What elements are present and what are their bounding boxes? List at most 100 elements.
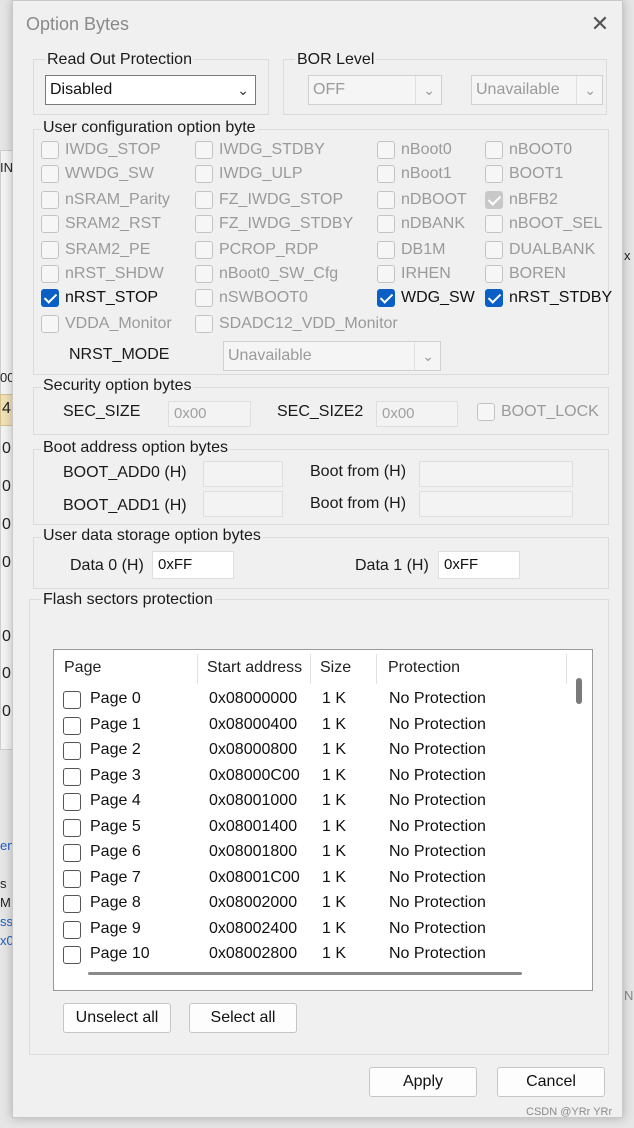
option-checkbox-fz-iwdg-stop[interactable]: FZ_IWDG_STOP [195, 191, 343, 209]
option-checkbox-vdda-monitor[interactable]: VDDA_Monitor [41, 315, 172, 333]
cell-address: 0x08001000 [209, 792, 298, 809]
checkbox-box [377, 141, 395, 159]
option-checkbox-nboot1[interactable]: nBoot1 [377, 165, 452, 183]
option-checkbox-sram2-pe[interactable]: SRAM2_PE [41, 241, 150, 259]
page-checkbox[interactable] [63, 818, 81, 837]
sec-size-field[interactable]: 0x00 [168, 401, 251, 427]
boot-add1-field[interactable] [203, 491, 283, 517]
cell-address: 0x08002800 [209, 945, 298, 962]
boot-from-field-0[interactable] [419, 461, 573, 487]
table-row[interactable]: Page 0 0x08000000 1 K No Protection [54, 688, 574, 713]
cell-size: 1 K [322, 715, 347, 733]
security-label: Security option bytes [41, 377, 194, 395]
option-checkbox-iwdg-stdby[interactable]: IWDG_STDBY [195, 141, 325, 159]
option-checkbox-boren[interactable]: BOREN [485, 265, 566, 283]
checkbox-box [41, 315, 59, 333]
option-checkbox-ndboot[interactable]: nDBOOT [377, 191, 467, 209]
option-checkbox-iwdg-stop[interactable]: IWDG_STOP [41, 141, 161, 159]
cancel-button[interactable]: Cancel [497, 1067, 605, 1097]
page-checkbox[interactable] [63, 716, 81, 735]
dialog-title: Option Bytes [26, 14, 130, 34]
option-checkbox-nboot0[interactable]: nBoot0 [377, 141, 452, 159]
table-row[interactable]: Page 2 0x08000800 1 K No Protection [54, 739, 574, 764]
boot-add0-field[interactable] [203, 461, 283, 487]
vertical-scrollbar-thumb[interactable] [576, 678, 582, 704]
column-separator [376, 654, 377, 684]
table-row[interactable]: Page 7 0x08001C00 1 K No Protection [54, 867, 574, 892]
option-checkbox-dualbank[interactable]: DUALBANK [485, 241, 595, 259]
checkbox-box [485, 141, 503, 159]
option-checkbox-ndbank[interactable]: nDBANK [377, 215, 465, 233]
unselect-all-button[interactable]: Unselect all [63, 1003, 171, 1033]
page-checkbox[interactable] [63, 844, 81, 862]
option-checkbox-label: SRAM2_PE [65, 241, 151, 258]
table-row[interactable]: Page 8 0x08002000 1 K No Protection [54, 892, 574, 917]
boot-lock-checkbox[interactable]: BOOT_LOCK [477, 403, 599, 421]
option-checkbox-nboot0-sw-cfg[interactable]: nBoot0_SW_Cfg [195, 265, 338, 283]
option-checkbox-sdadc12-vdd-monitor[interactable]: SDADC12_VDD_Monitor [195, 315, 398, 333]
bor-level-label: BOR Level [295, 51, 377, 69]
checkbox-box [377, 265, 395, 283]
option-checkbox-nboot-sel[interactable]: nBOOT_SEL [485, 215, 602, 233]
column-header-start-address[interactable]: Start address [207, 659, 302, 677]
cell-protection: No Protection [389, 792, 486, 809]
data1-field[interactable]: 0xFF [438, 551, 520, 579]
close-icon[interactable]: ✕ [587, 11, 613, 37]
horizontal-scrollbar-thumb[interactable] [88, 972, 522, 975]
page-checkbox[interactable] [63, 767, 81, 786]
column-header-page[interactable]: Page [64, 659, 101, 677]
page-checkbox[interactable] [63, 793, 81, 811]
page-checkbox[interactable] [63, 869, 81, 888]
option-checkbox-nsram-parity[interactable]: nSRAM_Parity [41, 191, 170, 209]
apply-button[interactable]: Apply [369, 1067, 477, 1097]
table-row[interactable]: Page 6 0x08001800 1 K No Protection [54, 841, 574, 866]
background-edge-text: 0 [2, 478, 11, 495]
option-checkbox-iwdg-ulp[interactable]: IWDG_ULP [195, 165, 303, 183]
table-row[interactable]: Page 1 0x08000400 1 K No Protection [54, 714, 574, 739]
option-checkbox-wdg-sw[interactable]: WDG_SW [377, 289, 475, 307]
cell-protection: No Protection [389, 690, 486, 707]
option-checkbox-db1m[interactable]: DB1M [377, 241, 445, 259]
cell-size: 1 K [322, 766, 347, 784]
column-header-size[interactable]: Size [320, 659, 351, 677]
read-out-protection-select[interactable]: Disabled ⌄ [45, 75, 256, 105]
option-checkbox-nswboot0[interactable]: nSWBOOT0 [195, 289, 308, 307]
page-checkbox[interactable] [63, 920, 81, 939]
option-checkbox-label: IWDG_STDBY [219, 141, 325, 158]
page-checkbox[interactable] [63, 946, 81, 964]
table-row[interactable]: Page 4 0x08001000 1 K No Protection [54, 790, 574, 815]
flash-sectors-table: Page Start address Size Protection Page … [53, 649, 593, 991]
bor-level-secondary-value: Unavailable [476, 81, 560, 98]
option-checkbox-nboot0[interactable]: nBOOT0 [485, 141, 572, 159]
option-checkbox-nrst-stdby[interactable]: nRST_STDBY [485, 289, 612, 307]
boot-from-field-1[interactable] [419, 491, 573, 517]
page-checkbox[interactable] [63, 691, 81, 709]
option-checkbox-sram2-rst[interactable]: SRAM2_RST [41, 215, 161, 233]
option-checkbox-label: WDG_SW [401, 289, 475, 306]
option-checkbox-label: nSWBOOT0 [219, 289, 308, 306]
table-row[interactable]: Page 3 0x08000C00 1 K No Protection [54, 765, 574, 790]
option-checkbox-fz-iwdg-stdby[interactable]: FZ_IWDG_STDBY [195, 215, 353, 233]
option-checkbox-nrst-stop[interactable]: nRST_STOP [41, 289, 158, 307]
table-row[interactable]: Page 5 0x08001400 1 K No Protection [54, 816, 574, 841]
checkbox-box [485, 165, 503, 183]
option-checkbox-irhen[interactable]: IRHEN [377, 265, 451, 283]
option-checkbox-wwdg-sw[interactable]: WWDG_SW [41, 165, 154, 183]
nrst-mode-select[interactable]: Unavailable ⌄ [223, 341, 441, 371]
column-header-protection[interactable]: Protection [388, 659, 460, 677]
option-checkbox-boot1[interactable]: BOOT1 [485, 165, 563, 183]
bor-level-select[interactable]: OFF ⌄ [308, 75, 442, 105]
sec-size2-field[interactable]: 0x00 [376, 401, 458, 427]
select-all-button[interactable]: Select all [189, 1003, 297, 1033]
option-checkbox-pcrop-rdp[interactable]: PCROP_RDP [195, 241, 319, 259]
table-row[interactable]: Page 10 0x08002800 1 K No Protection [54, 943, 574, 968]
page-checkbox[interactable] [63, 742, 81, 760]
table-row[interactable]: Page 9 0x08002400 1 K No Protection [54, 918, 574, 943]
page-checkbox[interactable] [63, 895, 81, 913]
data0-field[interactable]: 0xFF [152, 551, 234, 579]
option-checkbox-nrst-shdw[interactable]: nRST_SHDW [41, 265, 164, 283]
boot-from-label-1: Boot from (H) [310, 495, 407, 512]
bor-level-secondary-select[interactable]: Unavailable ⌄ [471, 75, 603, 105]
data1-label: Data 1 (H) [355, 557, 429, 574]
cell-page: Page 0 [90, 690, 141, 707]
